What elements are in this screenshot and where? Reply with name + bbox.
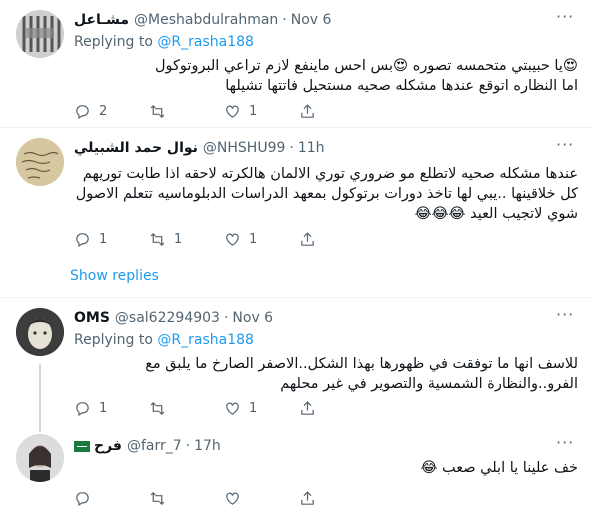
thread-line <box>39 423 41 432</box>
reply-button[interactable]: 1 <box>74 398 149 418</box>
retweet-button[interactable] <box>149 488 224 508</box>
more-icon[interactable]: ··· <box>556 435 578 454</box>
share-icon <box>301 103 314 118</box>
heart-icon <box>226 233 239 246</box>
more-icon[interactable]: ··· <box>556 137 578 156</box>
replying-to-handle[interactable]: @R_rasha188 <box>157 332 254 348</box>
like-button[interactable]: 1 <box>224 398 299 418</box>
share-icon <box>301 400 314 415</box>
share-button[interactable] <box>299 488 374 508</box>
tweet-3[interactable]: OMS @sal62294903 · Nov 6 ··· Replying to… <box>0 298 592 423</box>
replying-to: Replying to @R_rasha188 <box>74 332 254 348</box>
more-icon[interactable]: ··· <box>556 307 578 326</box>
replying-to-handle[interactable]: @R_rasha188 <box>157 34 254 50</box>
saudi-flag-icon <box>74 440 90 452</box>
user-handle[interactable]: @farr_7 <box>127 438 182 454</box>
tweet-header: نوال حمد الشبيلي @NHSHU99 · 11h <box>74 140 325 156</box>
like-button[interactable] <box>224 488 299 508</box>
timestamp[interactable]: 11h <box>298 140 325 156</box>
reply-icon <box>76 232 89 247</box>
thread-line <box>39 364 41 423</box>
tweet-header: فرح @farr_7 · 17h <box>74 438 221 454</box>
avatar[interactable] <box>16 138 64 186</box>
retweet-icon <box>150 232 165 246</box>
retweet-icon <box>150 491 165 505</box>
heart-icon <box>226 402 239 415</box>
heart-icon <box>226 492 239 505</box>
share-button[interactable] <box>299 398 374 418</box>
user-handle[interactable]: @sal62294903 <box>115 310 220 326</box>
user-handle[interactable]: @NHSHU99 <box>203 140 285 156</box>
tweet-actions: 2 1 <box>74 101 374 121</box>
like-button[interactable]: 1 <box>224 101 299 121</box>
tweet-header: OMS @sal62294903 · Nov 6 <box>74 310 274 326</box>
timestamp[interactable]: 17h <box>194 438 221 454</box>
like-count: 1 <box>249 231 258 247</box>
tweet-text: للاسف انها ما توفقت في ظهورها بهذا الشكل… <box>145 356 578 392</box>
display-name[interactable]: فرح <box>94 438 122 454</box>
tweet-1[interactable]: مشـاعل @Meshabdulrahman · Nov 6 ··· Repl… <box>0 0 592 128</box>
tweet-actions <box>74 488 374 508</box>
tweet-text: عندها مشكله صحيه لاتطلع مو ضروري توري ال… <box>75 166 578 222</box>
retweet-count: 1 <box>174 231 183 247</box>
avatar[interactable] <box>16 10 64 58</box>
like-count: 1 <box>249 400 258 416</box>
show-replies-link[interactable]: Show replies <box>70 268 159 284</box>
avatar[interactable] <box>16 434 64 482</box>
tweet-4[interactable]: فرح @farr_7 · 17h ··· خف علينا يا ابلي ص… <box>0 423 592 515</box>
reply-count: 1 <box>99 231 108 247</box>
reply-button[interactable] <box>74 488 149 508</box>
reply-count: 1 <box>99 400 108 416</box>
avatar[interactable] <box>16 308 64 356</box>
tweet-header: مشـاعل @Meshabdulrahman · Nov 6 <box>74 12 332 28</box>
reply-button[interactable]: 1 <box>74 229 149 249</box>
retweet-button[interactable] <box>149 398 224 418</box>
share-button[interactable] <box>299 229 374 249</box>
display-name[interactable]: OMS <box>74 310 110 326</box>
reply-icon <box>76 491 89 506</box>
tweet-text: 😍يا حبيبتي متحمسه تصوره 😍بس احس ماينفع ل… <box>155 58 578 94</box>
tweet-text: خف علينا يا ابلي صعب 😂 <box>420 460 578 476</box>
retweet-icon <box>150 104 165 118</box>
share-icon <box>301 490 314 505</box>
like-button[interactable]: 1 <box>224 229 299 249</box>
timestamp[interactable]: Nov 6 <box>291 12 332 28</box>
share-icon <box>301 231 314 246</box>
user-handle[interactable]: @Meshabdulrahman <box>134 12 278 28</box>
tweet-actions: 1 1 1 <box>74 229 374 249</box>
more-icon[interactable]: ··· <box>556 9 578 28</box>
replying-to: Replying to @R_rasha188 <box>74 34 254 50</box>
retweet-button[interactable]: 1 <box>149 229 224 249</box>
reply-count: 2 <box>99 103 108 119</box>
retweet-icon <box>150 401 165 415</box>
timestamp[interactable]: Nov 6 <box>232 310 273 326</box>
reply-icon <box>76 104 89 119</box>
heart-icon <box>226 105 239 118</box>
share-button[interactable] <box>299 101 374 121</box>
like-count: 1 <box>249 103 258 119</box>
retweet-button[interactable] <box>149 101 224 121</box>
reply-icon <box>76 401 89 416</box>
display-name[interactable]: نوال حمد الشبيلي <box>74 140 198 156</box>
reply-button[interactable]: 2 <box>74 101 149 121</box>
display-name[interactable]: مشـاعل <box>74 12 129 28</box>
tweet-actions: 1 1 <box>74 398 374 418</box>
